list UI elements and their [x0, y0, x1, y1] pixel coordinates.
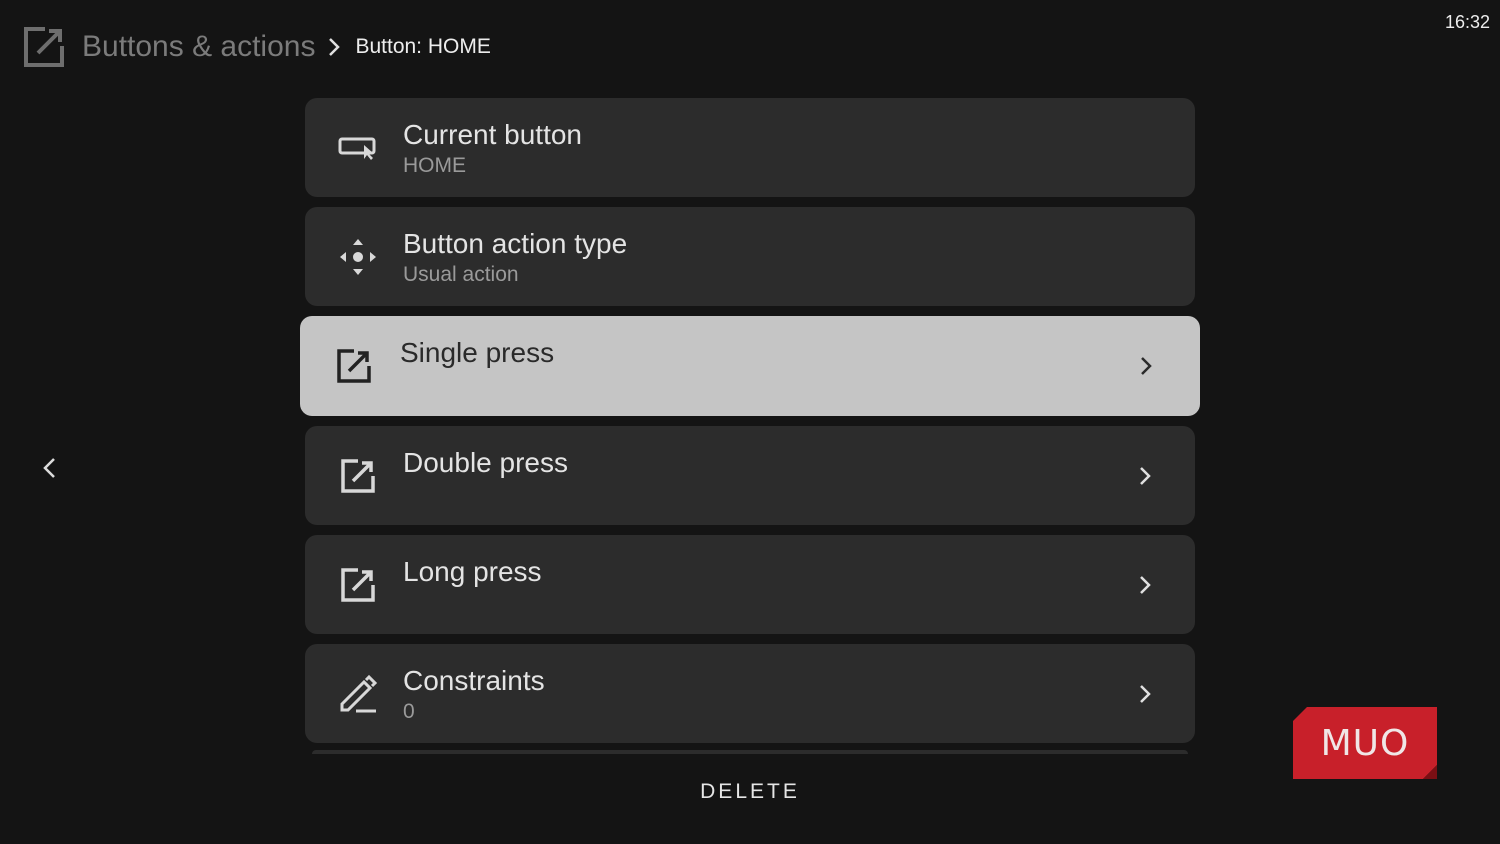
breadcrumb-current: Button: HOME	[355, 35, 491, 58]
item-subtitle: 0	[403, 700, 415, 723]
status-clock: 16:32	[1444, 12, 1490, 32]
chevron-right-icon	[1135, 464, 1155, 488]
open-in-new-icon	[334, 346, 374, 386]
item-subtitle: Usual action	[403, 263, 519, 286]
breadcrumb: Buttons & actions Button: HOME	[22, 24, 491, 70]
item-title: Double press	[403, 447, 568, 478]
settings-list: Current button HOME Button action type U…	[300, 98, 1200, 753]
list-item-long-press[interactable]: Long press	[305, 535, 1195, 634]
item-title: Current button	[403, 119, 582, 150]
chevron-right-icon	[1135, 573, 1155, 597]
list-item-button-action-type[interactable]: Button action type Usual action	[305, 207, 1195, 306]
item-title: Single press	[400, 337, 555, 368]
open-in-new-icon	[338, 565, 378, 605]
chevron-right-icon	[327, 36, 343, 58]
open-in-new-icon	[22, 25, 66, 69]
item-title: Long press	[403, 556, 542, 587]
dpad-move-icon	[338, 237, 378, 277]
list-item-double-press[interactable]: Double press	[305, 426, 1195, 525]
list-item-current-button[interactable]: Current button HOME	[305, 98, 1195, 197]
chevron-right-icon	[1135, 682, 1155, 706]
delete-button[interactable]: DELETE	[650, 770, 850, 814]
item-title: Button action type	[403, 228, 628, 259]
list-item-constraints[interactable]: Constraints 0	[305, 644, 1195, 743]
list-next-item-edge	[312, 750, 1188, 754]
item-subtitle: HOME	[403, 154, 466, 177]
chevron-left-icon[interactable]	[38, 455, 62, 481]
screen: 16:32 Buttons & actions Button: HOME Cur…	[0, 0, 1500, 844]
watermark-text: MUO	[1320, 722, 1410, 764]
pencil-line-icon	[338, 674, 378, 714]
item-title: Constraints	[403, 665, 545, 696]
list-item-single-press[interactable]: Single press	[300, 316, 1200, 416]
watermark-logo: MUO	[1293, 707, 1437, 779]
chevron-right-icon	[1136, 354, 1156, 378]
open-in-new-icon	[338, 456, 378, 496]
remote-button-icon	[338, 128, 378, 168]
breadcrumb-parent[interactable]: Buttons & actions	[82, 30, 315, 64]
